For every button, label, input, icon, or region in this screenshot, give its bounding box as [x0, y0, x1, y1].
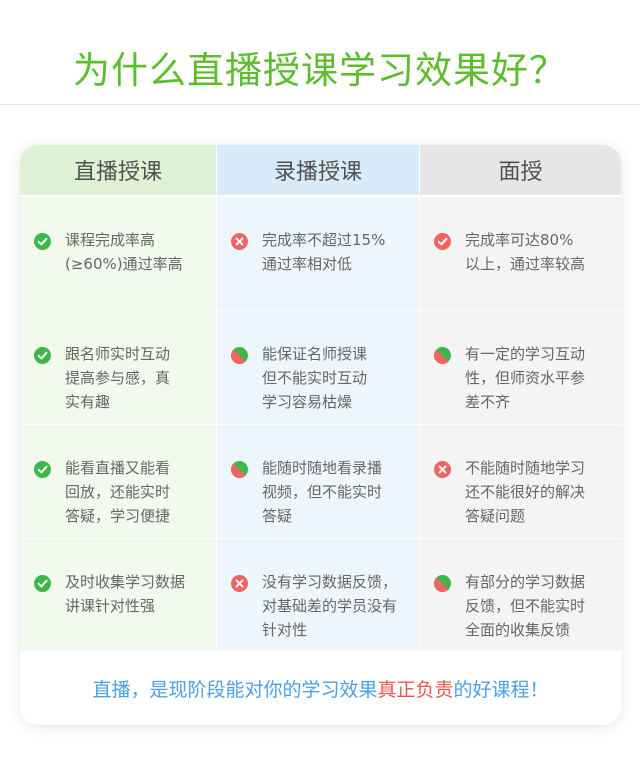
- cell-face-to-face-row-2: 有一定的学习互动 性，但师资水平参 差不齐: [420, 310, 621, 424]
- half-icon: [434, 347, 451, 364]
- check-icon: [34, 461, 51, 478]
- footer-prefix: 直播，是现阶段能对你的学习效果: [92, 678, 378, 701]
- cell-text: 没有学习数据反馈， 对基础差的学员没有 针对性: [262, 573, 398, 639]
- cell-text: 及时收集学习数据 讲课针对性强: [65, 573, 186, 615]
- cell-live-row-4: 及时收集学习数据 讲课针对性强: [20, 538, 217, 651]
- cross-icon: [231, 233, 248, 250]
- cell-recorded-row-2: 能保证名师授课 但不能实时互动 学习容易枯燥: [217, 310, 420, 424]
- cell-live-row-1: 课程完成率高 (≥60%)通过率高: [20, 196, 217, 310]
- half-icon: [231, 347, 248, 364]
- cell-face-to-face-row-1: 完成率可达80% 以上，通过率较高: [420, 196, 621, 310]
- comparison-card: 直播授课 录播授课 面授 课程完成率高 (≥60%)通过率高 完成率不超过15% …: [20, 145, 621, 725]
- check-icon: [434, 233, 451, 250]
- cell-text: 能看直播又能看 回放，还能实时 答疑，学习便捷: [65, 459, 171, 525]
- half-icon: [231, 461, 248, 478]
- cell-text: 有部分的学习数据 反馈，但不能实时 全面的收集反馈: [465, 573, 586, 639]
- cell-text: 完成率不超过15% 通过率相对低: [262, 231, 386, 273]
- comparison-table: 直播授课 录播授课 面授 课程完成率高 (≥60%)通过率高 完成率不超过15% …: [20, 145, 621, 651]
- cell-text: 课程完成率高 (≥60%)通过率高: [65, 231, 183, 273]
- cell-face-to-face-row-4: 有部分的学习数据 反馈，但不能实时 全面的收集反馈: [420, 538, 621, 651]
- cell-text: 不能随时随地学习 还不能很好的解决 答疑问题: [465, 459, 586, 525]
- header-recorded: 录播授课: [217, 145, 420, 196]
- cell-text: 能保证名师授课 但不能实时互动 学习容易枯燥: [262, 345, 368, 411]
- footer-slogan: 直播，是现阶段能对你的学习效果 真正负责 的好课程！: [20, 651, 621, 725]
- cell-text: 能随时随地看录播 视频，但不能实时 答疑: [262, 459, 383, 525]
- check-icon: [34, 233, 51, 250]
- page-title: 为什么直播授课学习效果好？: [73, 49, 567, 92]
- cell-recorded-row-1: 完成率不超过15% 通过率相对低: [217, 196, 420, 310]
- cell-face-to-face-row-3: 不能随时随地学习 还不能很好的解决 答疑问题: [420, 424, 621, 538]
- header-live: 直播授课: [20, 145, 217, 196]
- title-divider: [0, 104, 640, 105]
- cell-live-row-3: 能看直播又能看 回放，还能实时 答疑，学习便捷: [20, 424, 217, 538]
- cell-recorded-row-4: 没有学习数据反馈， 对基础差的学员没有 针对性: [217, 538, 420, 651]
- cell-text: 有一定的学习互动 性，但师资水平参 差不齐: [465, 345, 586, 411]
- footer-highlight: 真正负责: [377, 678, 454, 701]
- header-face-to-face: 面授: [420, 145, 621, 196]
- cell-text: 跟名师实时互动 提高参与感，真 实有趣: [65, 345, 171, 411]
- check-icon: [34, 347, 51, 364]
- cross-icon: [434, 461, 451, 478]
- cell-recorded-row-3: 能随时随地看录播 视频，但不能实时 答疑: [217, 424, 420, 538]
- half-icon: [434, 575, 451, 592]
- cell-text: 完成率可达80% 以上，通过率较高: [465, 231, 586, 273]
- cross-icon: [231, 575, 248, 592]
- check-icon: [34, 575, 51, 592]
- cell-live-row-2: 跟名师实时互动 提高参与感，真 实有趣: [20, 310, 217, 424]
- footer-suffix: 的好课程！: [453, 678, 549, 701]
